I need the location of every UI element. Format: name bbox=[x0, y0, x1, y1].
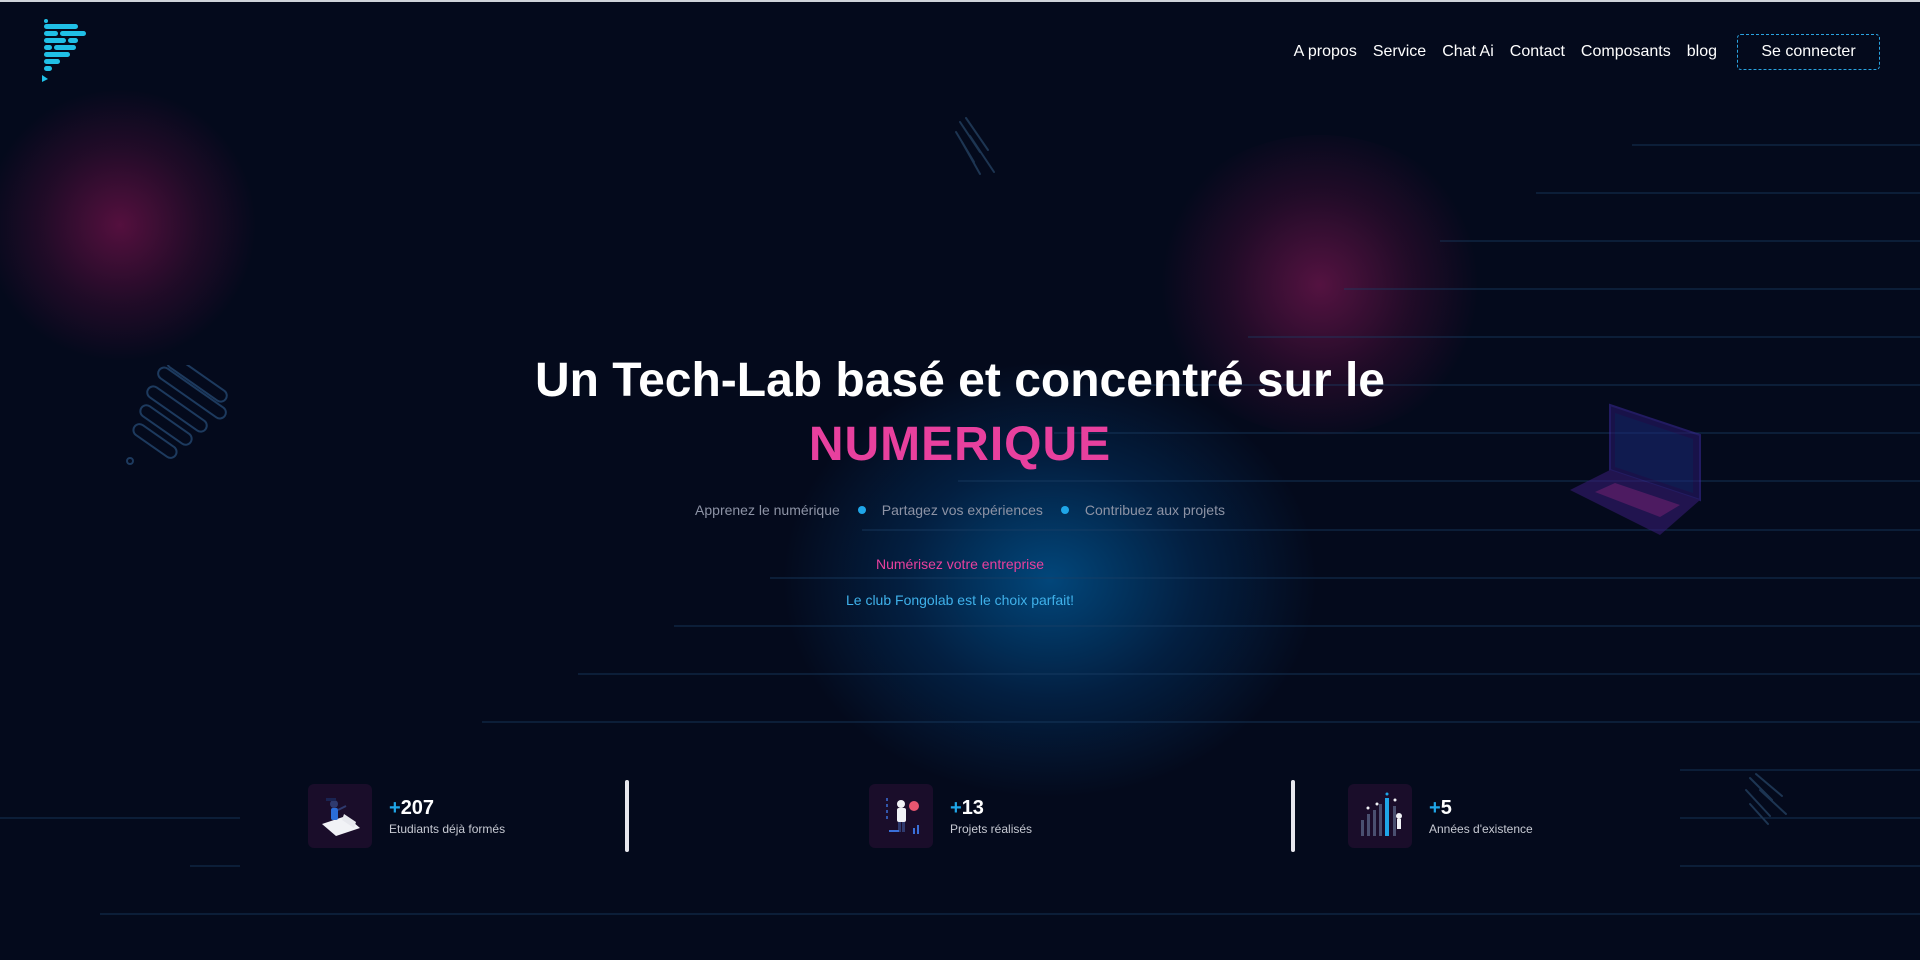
stat-years-value: +5 bbox=[1429, 797, 1452, 819]
nav-link-composants[interactable]: Composants bbox=[1581, 32, 1671, 72]
hero-taglines: Apprenez le numérique Partagez vos expér… bbox=[0, 502, 1920, 518]
deco-pills-top-icon bbox=[955, 117, 995, 175]
stat-years: +5 Années d'existence bbox=[1348, 784, 1533, 848]
login-button[interactable]: Se connecter bbox=[1737, 34, 1880, 70]
growth-chart-icon bbox=[1348, 784, 1412, 848]
stat-projects-label: Projets réalisés bbox=[950, 822, 1033, 836]
stat-projects-value: +13 bbox=[950, 797, 984, 819]
landing-page: A propos Service Chat Ai Contact Composa… bbox=[0, 0, 1920, 960]
bullet-dot-icon bbox=[857, 506, 866, 514]
bullet-dot-icon bbox=[1060, 506, 1069, 514]
stat-students-label: Etudiants déjà formés bbox=[389, 822, 506, 836]
deco-pills-bottom-right-icon bbox=[1745, 773, 1787, 825]
stat-students: +207 Etudiants déjà formés bbox=[308, 784, 505, 848]
hero-title: Un Tech-Lab basé et concentré sur le bbox=[534, 354, 1385, 407]
tagline-share: Partagez vos expériences bbox=[881, 502, 1043, 518]
fongolab-logo[interactable] bbox=[40, 18, 90, 82]
stat-projects: +13 Projets réalisés bbox=[869, 784, 1032, 848]
nav-link-a-propos[interactable]: A propos bbox=[1294, 32, 1357, 72]
window-top-border bbox=[0, 0, 1920, 2]
pink-glow-left bbox=[0, 90, 260, 360]
hero-highlight: NUMERIQUE bbox=[808, 418, 1112, 471]
stats-divider bbox=[625, 780, 629, 852]
stat-years-label: Années d'existence bbox=[1429, 822, 1533, 836]
nav-link-service[interactable]: Service bbox=[1373, 32, 1426, 72]
project-presentation-icon bbox=[869, 784, 933, 848]
stats-divider bbox=[1291, 780, 1295, 852]
nav-link-chat-ai[interactable]: Chat Ai bbox=[1442, 32, 1494, 72]
main-navigation: A propos Service Chat Ai Contact Composa… bbox=[1294, 32, 1880, 72]
stat-students-value: +207 bbox=[389, 797, 435, 819]
student-graduation-icon bbox=[308, 784, 372, 848]
nav-link-contact[interactable]: Contact bbox=[1510, 32, 1565, 72]
cta-club-choice: Le club Fongolab est le choix parfait! bbox=[845, 592, 1075, 608]
nav-link-blog[interactable]: blog bbox=[1687, 32, 1717, 72]
tagline-learn: Apprenez le numérique bbox=[695, 502, 840, 518]
cta-digitize-business: Numérisez votre entreprise bbox=[875, 556, 1045, 572]
tagline-contribute: Contribuez aux projets bbox=[1084, 502, 1225, 518]
